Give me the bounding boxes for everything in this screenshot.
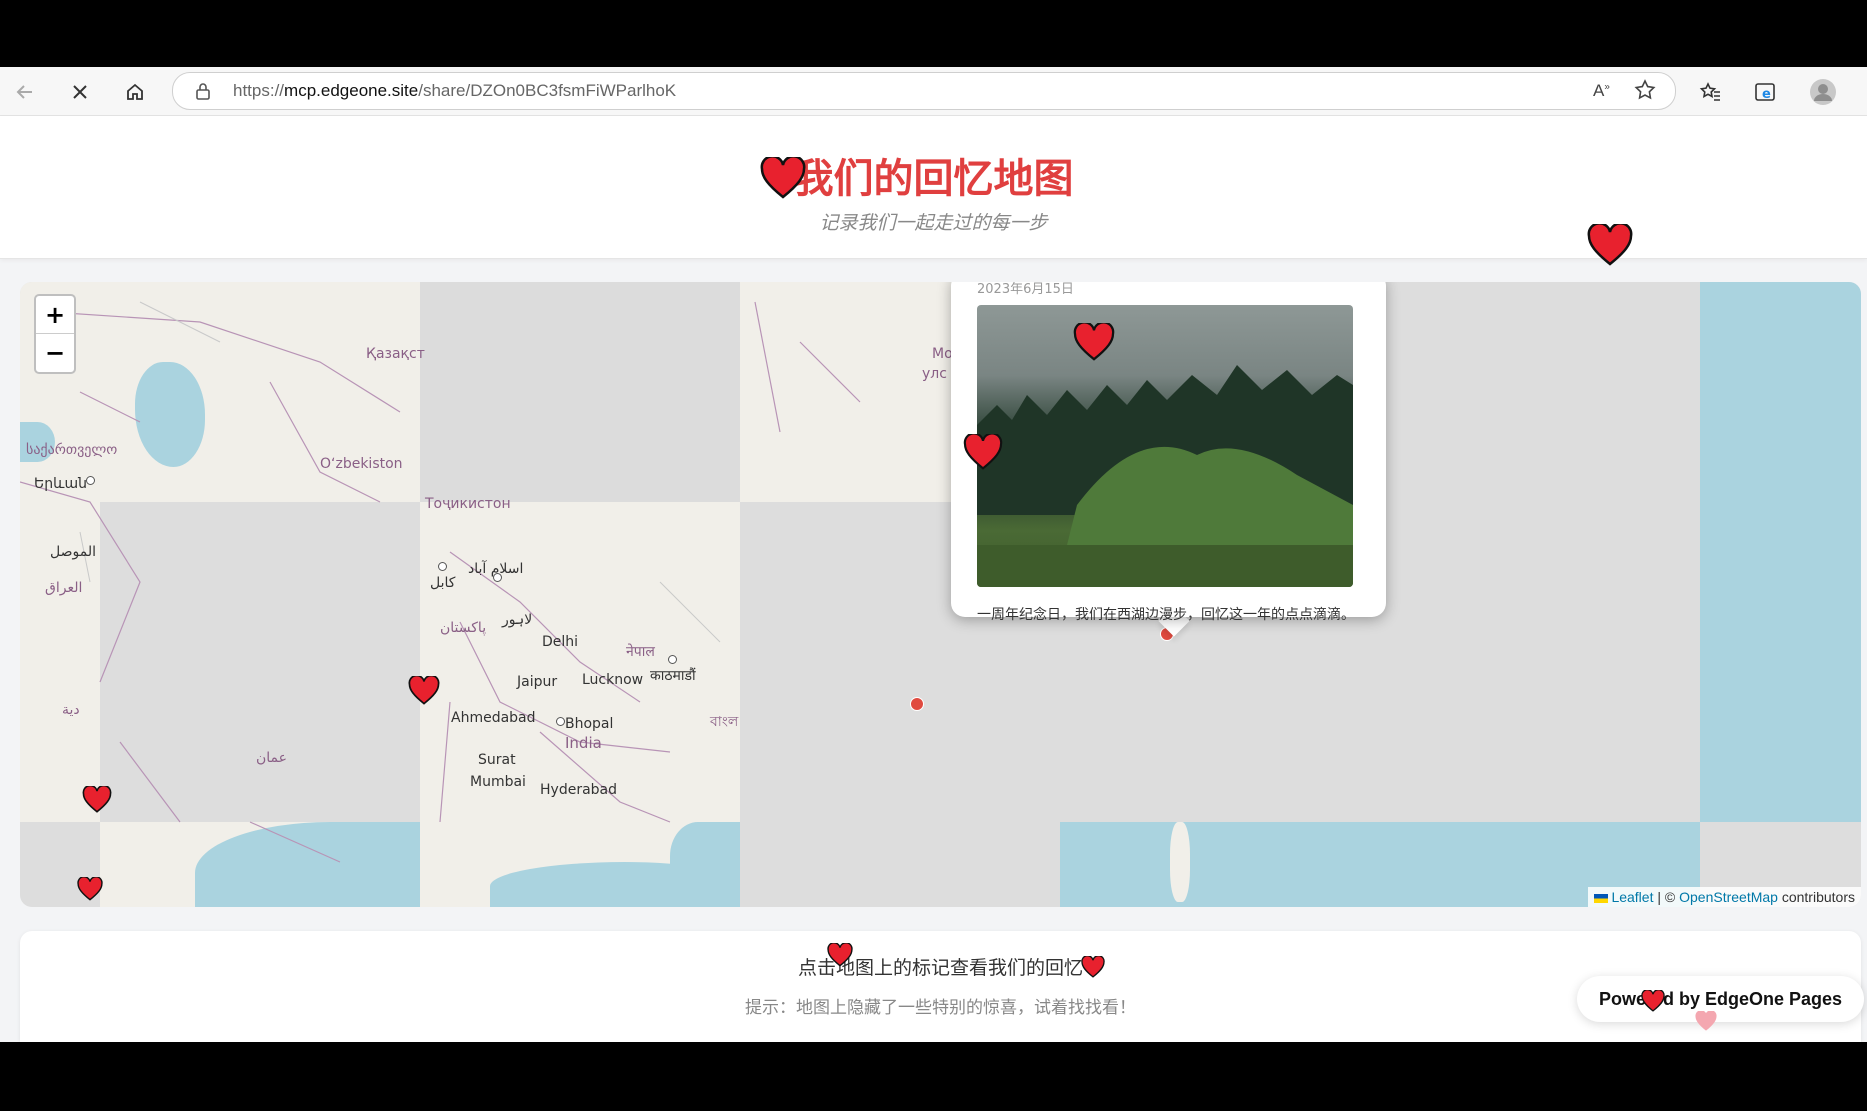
- back-arrow-icon[interactable]: [8, 75, 42, 109]
- map-label: کابل: [430, 575, 456, 591]
- map-label: لاہور: [502, 612, 533, 628]
- map-label: Ahmedabad: [451, 710, 536, 726]
- city-dot: [556, 717, 565, 726]
- map-label: Mo: [932, 346, 953, 362]
- powered-by-badge[interactable]: Powered by EdgeOne Pages: [1577, 976, 1864, 1022]
- heart-icon: [408, 676, 440, 705]
- map-label: پاکستان: [440, 620, 487, 636]
- map-label: საქართველო: [26, 442, 118, 458]
- svg-text:e: e: [1762, 87, 1771, 102]
- favorites-icon[interactable]: [1693, 75, 1727, 109]
- map-label: Delhi: [542, 634, 579, 650]
- map-label: Jaipur: [517, 674, 558, 690]
- map-label: الموصل: [50, 544, 96, 560]
- read-aloud-icon[interactable]: A»: [1593, 81, 1610, 101]
- heart-icon: [963, 434, 1003, 470]
- map-label: عمان: [256, 750, 287, 766]
- map-label: Surat: [478, 752, 516, 768]
- map-label: دية: [62, 702, 80, 718]
- heart-icon: [1695, 1011, 1717, 1031]
- map-label: Hyderabad: [540, 782, 617, 798]
- map-label: বাংল: [710, 714, 739, 730]
- map-label: Mumbai: [470, 774, 526, 790]
- browser-toolbar: https://mcp.edgeone.site/share/DZOn0BC3f…: [0, 67, 1867, 116]
- heart-icon: [82, 786, 112, 813]
- osm-link[interactable]: OpenStreetMap: [1679, 889, 1778, 905]
- ukraine-flag-icon: [1593, 893, 1608, 903]
- heart-icon: [1641, 990, 1665, 1012]
- map-label: улс: [922, 366, 947, 382]
- attribution-separator: | ©: [1653, 889, 1680, 905]
- stop-loading-icon[interactable]: [63, 75, 97, 109]
- map-label: India: [565, 734, 602, 752]
- attribution-contributors: contributors: [1777, 889, 1855, 905]
- heart-icon: [1081, 956, 1105, 978]
- popup-photo: [977, 305, 1353, 587]
- memory-popup: 2023年6月15日 一周年纪念日，我们在西湖边漫步，回忆这一年的点点滴滴。: [951, 282, 1386, 623]
- city-dot: [668, 655, 677, 664]
- map-label: Қазақст: [366, 346, 425, 362]
- city-dot: [493, 573, 502, 582]
- memory-map[interactable]: Қазақст Mo улс საქართველო Oʻzbekiston Եր…: [20, 282, 1861, 907]
- map-label: काठमाडौं: [650, 668, 696, 684]
- profile-avatar-icon[interactable]: [1806, 75, 1840, 109]
- page-title: 我们的回忆地图: [793, 156, 1074, 202]
- city-dot: [86, 476, 95, 485]
- popup-description: 一周年纪念日，我们在西湖边漫步，回忆这一年的点点滴滴。: [977, 607, 1355, 623]
- map-attribution: Leaflet | © OpenStreetMap contributors: [1587, 887, 1861, 907]
- city-dot: [438, 562, 447, 571]
- heart-icon: [760, 157, 806, 199]
- heart-icon: [77, 877, 103, 901]
- heart-icon: [827, 943, 853, 967]
- home-icon[interactable]: [118, 75, 152, 109]
- map-label: العراق: [45, 580, 83, 596]
- address-bar[interactable]: https://mcp.edgeone.site/share/DZOn0BC3f…: [172, 72, 1676, 110]
- map-label: नेपाल: [626, 644, 655, 660]
- popup-date: 2023年6月15日: [977, 282, 1074, 297]
- map-label: Тоҷикистон: [425, 496, 511, 512]
- url-text: https://mcp.edgeone.site/share/DZOn0BC3f…: [233, 81, 677, 100]
- ie-mode-icon[interactable]: e: [1748, 75, 1782, 109]
- map-label: Lucknow: [582, 672, 644, 688]
- info-title: 点击地图上的标记查看我们的回忆: [797, 957, 1083, 979]
- memory-marker[interactable]: [910, 697, 924, 711]
- leaflet-link[interactable]: Leaflet: [1611, 889, 1653, 905]
- browser-window: https://mcp.edgeone.site/share/DZOn0BC3f…: [0, 67, 1867, 1042]
- zoom-control: + −: [34, 294, 76, 374]
- zoom-out-button[interactable]: −: [36, 334, 74, 371]
- map-label: Երևան: [34, 476, 87, 492]
- map-label: Bhopal: [565, 716, 614, 732]
- map-label: Oʻzbekiston: [320, 456, 403, 472]
- favorite-star-icon[interactable]: [1633, 78, 1657, 106]
- lock-icon[interactable]: [195, 82, 211, 104]
- heart-icon: [1587, 224, 1633, 266]
- zoom-in-button[interactable]: +: [36, 296, 74, 334]
- heart-icon: [1073, 323, 1115, 361]
